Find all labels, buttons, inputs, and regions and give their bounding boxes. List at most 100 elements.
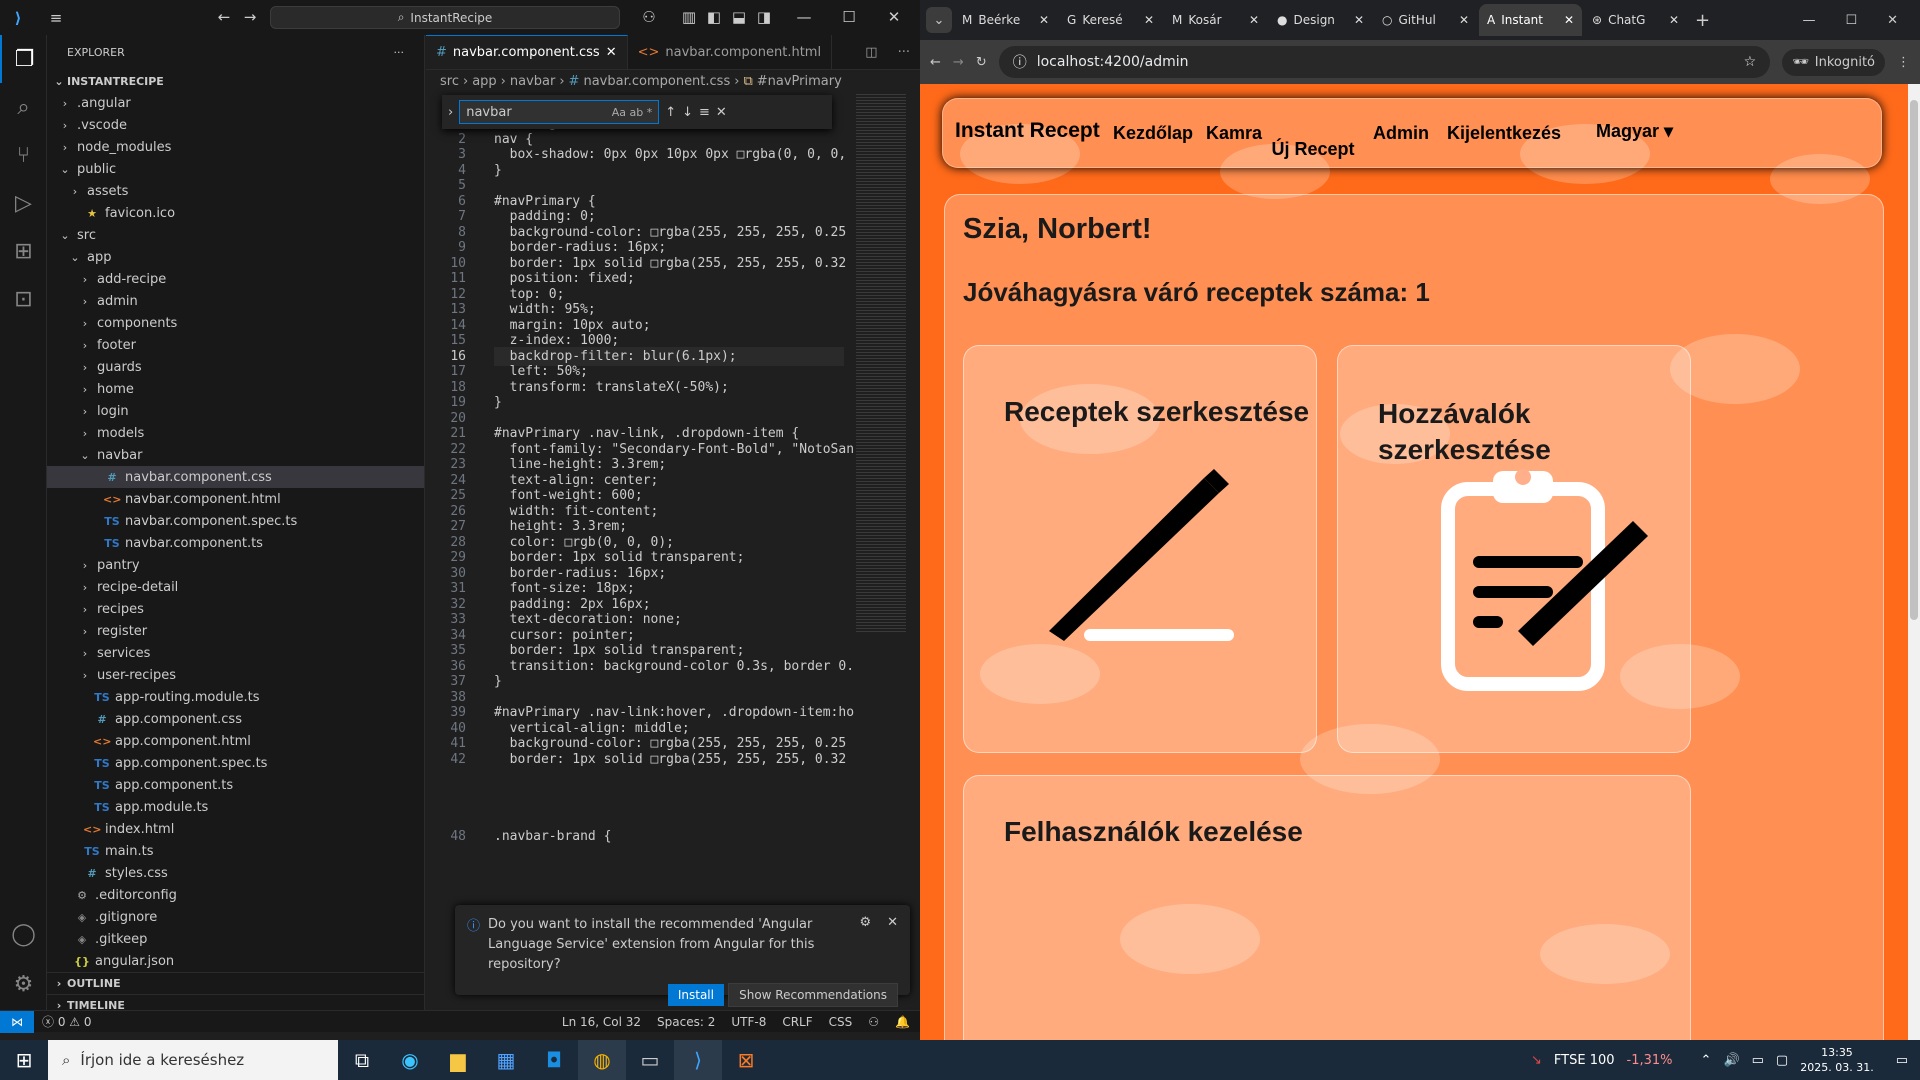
- close-tab-icon[interactable]: ✕: [1669, 13, 1679, 27]
- outline-section[interactable]: › OUTLINE: [47, 972, 425, 994]
- breadcrumb-item[interactable]: src: [440, 74, 459, 89]
- forward-icon[interactable]: →: [953, 55, 964, 70]
- minimize-icon[interactable]: —: [790, 3, 818, 31]
- browser-tab[interactable]: ● Design ✕: [1269, 4, 1372, 36]
- minimize-icon[interactable]: —: [1802, 13, 1815, 28]
- back-icon[interactable]: ←: [930, 55, 941, 70]
- notification-settings-icon[interactable]: ⚙: [859, 915, 871, 975]
- close-tab-icon[interactable]: ✕: [1249, 13, 1259, 27]
- start-icon[interactable]: ⊞: [0, 1040, 48, 1080]
- tree-item[interactable]: TS app.module.ts: [47, 796, 424, 818]
- tree-item[interactable]: {} angular.json: [47, 950, 424, 972]
- find-input[interactable]: navbar Aa ab *: [459, 100, 660, 124]
- edge-icon[interactable]: ◉: [386, 1040, 434, 1080]
- close-tab-icon[interactable]: ✕: [606, 45, 617, 60]
- tree-item[interactable]: # navbar.component.css: [47, 466, 424, 488]
- settings-gear-icon[interactable]: ⚙: [0, 960, 47, 1008]
- breadcrumb-item[interactable]: app: [472, 74, 496, 89]
- store-icon[interactable]: ▦: [482, 1040, 530, 1080]
- bookmark-star-icon[interactable]: ☆: [1744, 54, 1757, 70]
- tree-item[interactable]: TS app.component.ts: [47, 774, 424, 796]
- tree-item[interactable]: › home: [47, 378, 424, 400]
- find-in-selection-icon[interactable]: ≡: [699, 105, 710, 120]
- whole-word-toggle[interactable]: ab: [629, 106, 643, 119]
- nav-link-pantry[interactable]: Kamra: [1206, 123, 1262, 144]
- tree-item[interactable]: TS navbar.component.ts: [47, 532, 424, 554]
- tree-item[interactable]: ⌄ public: [47, 158, 424, 180]
- toggle-panel-icon[interactable]: ⬓: [725, 3, 753, 31]
- nav-link-admin[interactable]: Admin: [1373, 123, 1429, 144]
- tab-navbar-html[interactable]: <> navbar.component.html: [628, 35, 833, 69]
- tree-item[interactable]: › login: [47, 400, 424, 422]
- tree-item[interactable]: › .vscode: [47, 114, 424, 136]
- incognito-indicator[interactable]: 🕶 Inkognitó: [1782, 48, 1885, 76]
- source-control-icon[interactable]: ⑂: [0, 131, 47, 179]
- toggle-secondary-sidebar-icon[interactable]: ◨: [750, 3, 778, 31]
- taskbar-search[interactable]: ⌕ Írjon ide a kereséshez: [48, 1040, 338, 1080]
- nav-link-logout[interactable]: Kijelentkezés: [1447, 123, 1561, 144]
- display-icon[interactable]: ▢: [1776, 1053, 1788, 1068]
- address-bar[interactable]: ⓘ localhost:4200/admin ☆: [998, 46, 1771, 78]
- tree-item[interactable]: # styles.css: [47, 862, 424, 884]
- stock-change[interactable]: -1,31%: [1627, 1053, 1673, 1068]
- tree-item[interactable]: TS app.component.spec.ts: [47, 752, 424, 774]
- new-tab-icon[interactable]: +: [1695, 10, 1710, 31]
- scrollbar-thumb[interactable]: [1910, 100, 1918, 620]
- copilot-icon[interactable]: ⚇: [635, 3, 663, 31]
- outlook-icon[interactable]: ◘: [530, 1040, 578, 1080]
- xampp-icon[interactable]: ⊠: [722, 1040, 770, 1080]
- tree-item[interactable]: › register: [47, 620, 424, 642]
- cursor-position[interactable]: Ln 16, Col 32: [562, 1015, 641, 1029]
- maximize-icon[interactable]: ☐: [835, 3, 863, 31]
- close-tab-icon[interactable]: ✕: [1144, 13, 1154, 27]
- tree-item[interactable]: › recipes: [47, 598, 424, 620]
- breadcrumb-item[interactable]: #navPrimary: [757, 74, 842, 89]
- tree-item[interactable]: › services: [47, 642, 424, 664]
- notifications-bell-icon[interactable]: 🔔: [895, 1015, 910, 1029]
- regex-toggle[interactable]: *: [647, 106, 653, 119]
- language-mode[interactable]: CSS: [829, 1015, 853, 1029]
- show-recommendations-button[interactable]: Show Recommendations: [728, 983, 898, 1007]
- edit-ingredients-card[interactable]: Hozzávalók szerkesztése: [1337, 345, 1691, 753]
- remote-indicator-icon[interactable]: ⋈: [0, 1010, 34, 1033]
- tree-item[interactable]: › assets: [47, 180, 424, 202]
- edit-recipes-card[interactable]: Receptek szerkesztése: [963, 345, 1317, 753]
- tree-item[interactable]: ⌄ navbar: [47, 444, 424, 466]
- tree-item[interactable]: › .angular: [47, 92, 424, 114]
- browser-tab[interactable]: G Keresé ✕: [1059, 4, 1162, 36]
- reload-icon[interactable]: ↻: [976, 55, 987, 70]
- close-find-icon[interactable]: ✕: [716, 105, 727, 120]
- match-case-toggle[interactable]: Aa: [612, 106, 626, 119]
- remote-explorer-icon[interactable]: ⊡: [0, 275, 47, 323]
- manage-users-card[interactable]: Felhasználók kezelése: [963, 775, 1691, 1040]
- more-actions-icon[interactable]: ···: [394, 46, 405, 59]
- editor-more-icon[interactable]: ···: [888, 35, 920, 69]
- notification-center-icon[interactable]: ▭: [1896, 1053, 1908, 1068]
- tree-item[interactable]: ◈ .gitkeep: [47, 928, 424, 950]
- maximize-icon[interactable]: ☐: [1845, 13, 1857, 28]
- close-tab-icon[interactable]: ✕: [1564, 13, 1574, 27]
- browser-tab[interactable]: ⊛ ChatG ✕: [1584, 4, 1687, 36]
- copilot-status-icon[interactable]: ⚇: [868, 1015, 879, 1029]
- tree-item[interactable]: › add-recipe: [47, 268, 424, 290]
- site-brand[interactable]: Instant Recept: [955, 119, 1100, 143]
- forward-arrow-icon[interactable]: →: [236, 3, 264, 31]
- back-arrow-icon[interactable]: ←: [210, 3, 238, 31]
- toggle-sidebar-icon[interactable]: ◧: [700, 3, 728, 31]
- explorer-icon[interactable]: ❐: [0, 35, 47, 83]
- close-tab-icon[interactable]: ✕: [1354, 13, 1364, 27]
- toggle-replace-icon[interactable]: ›: [448, 105, 453, 120]
- tree-item[interactable]: ⌄ src: [47, 224, 424, 246]
- browser-menu-icon[interactable]: ⋮: [1897, 55, 1910, 70]
- run-debug-icon[interactable]: ▷: [0, 179, 47, 227]
- split-editor-icon[interactable]: ◫: [855, 35, 887, 69]
- command-center-search[interactable]: ⌕ InstantRecipe: [270, 6, 620, 29]
- tree-item[interactable]: ◈ .gitignore: [47, 906, 424, 928]
- tab-navbar-css[interactable]: # navbar.component.css ✕: [426, 35, 628, 69]
- close-tab-icon[interactable]: ✕: [1459, 13, 1469, 27]
- browser-tab[interactable]: A Instant ✕: [1479, 4, 1582, 36]
- site-info-icon[interactable]: ⓘ: [1013, 52, 1027, 72]
- nav-link-new-recipe[interactable]: Új Recept: [1263, 123, 1363, 176]
- tree-item[interactable]: › node_modules: [47, 136, 424, 158]
- stock-name[interactable]: FTSE 100: [1554, 1053, 1615, 1068]
